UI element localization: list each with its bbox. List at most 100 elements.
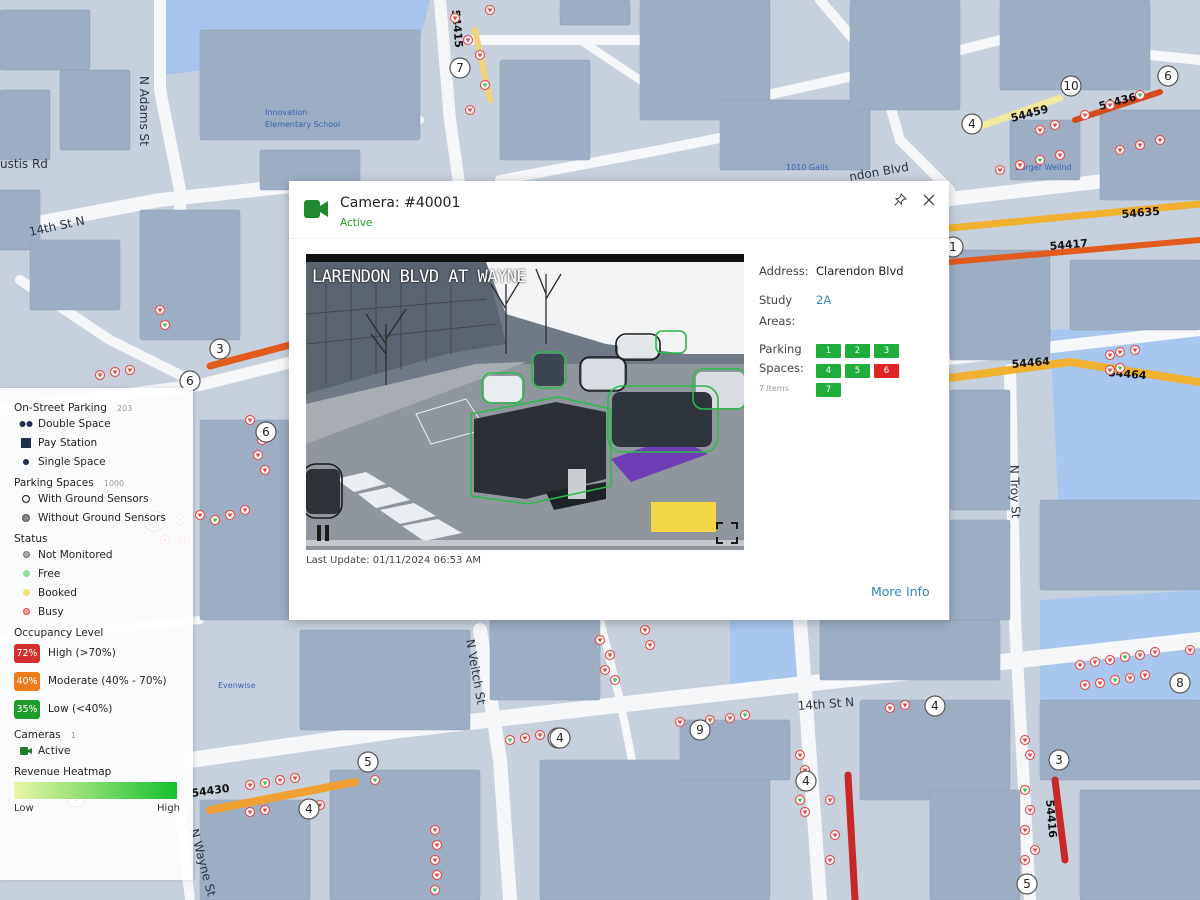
parking-space-chip[interactable]: 1 [816, 344, 841, 358]
legend-occupancy-moderate[interactable]: 40% Moderate (40% - 70%) [14, 667, 183, 695]
parking-space-marker[interactable] [1149, 646, 1161, 658]
parking-space-marker[interactable] [1134, 649, 1146, 661]
parking-space-marker[interactable] [429, 854, 441, 866]
parking-space-marker[interactable] [259, 464, 271, 476]
parking-space-marker[interactable] [431, 839, 443, 851]
parking-space-marker[interactable] [1094, 677, 1106, 689]
parking-space-marker[interactable] [484, 4, 496, 16]
legend-occupancy-low[interactable]: 35% Low (<40%) [14, 695, 183, 723]
pin-button[interactable] [891, 191, 909, 209]
parking-space-marker[interactable] [239, 504, 251, 516]
parking-space-marker[interactable] [519, 732, 531, 744]
parking-space-marker[interactable] [1114, 144, 1126, 156]
cluster-marker[interactable]: 4 [549, 727, 571, 749]
parking-space-marker[interactable] [824, 794, 836, 806]
parking-space-marker[interactable] [794, 794, 806, 806]
legend-item-busy[interactable]: Busy [14, 602, 183, 621]
parking-space-marker[interactable] [794, 749, 806, 761]
parking-space-marker[interactable] [604, 649, 616, 661]
parking-space-marker[interactable] [1109, 674, 1121, 686]
parking-space-marker[interactable] [899, 699, 911, 711]
parking-space-marker[interactable] [594, 634, 606, 646]
parking-space-marker[interactable] [829, 829, 841, 841]
parking-space-marker[interactable] [1114, 346, 1126, 358]
parking-space-marker[interactable] [1034, 154, 1046, 166]
parking-space-chip[interactable]: 6 [874, 363, 899, 378]
legend-occupancy-high[interactable]: 72% High (>70%) [14, 639, 183, 667]
parking-space-marker[interactable] [1019, 734, 1031, 746]
parking-space-marker[interactable] [462, 34, 474, 46]
parking-space-marker[interactable] [464, 104, 476, 116]
legend-item-camera-active[interactable]: Active [14, 741, 183, 760]
parking-space-marker[interactable] [739, 709, 751, 721]
parking-space-marker[interactable] [1104, 349, 1116, 361]
parking-space-marker[interactable] [1074, 659, 1086, 671]
parking-space-marker[interactable] [194, 509, 206, 521]
parking-space-marker[interactable] [1139, 669, 1151, 681]
parking-space-marker[interactable] [431, 869, 443, 881]
parking-space-marker[interactable] [429, 824, 441, 836]
parking-space-marker[interactable] [244, 779, 256, 791]
parking-space-marker[interactable] [1114, 362, 1126, 374]
parking-space-marker[interactable] [1024, 749, 1036, 761]
parking-space-marker[interactable] [1034, 124, 1046, 136]
parking-space-marker[interactable] [159, 319, 171, 331]
parking-space-marker[interactable] [274, 774, 286, 786]
parking-space-chip[interactable]: 7 [816, 383, 841, 398]
parking-space-marker[interactable] [724, 712, 736, 724]
cluster-marker[interactable]: 5 [357, 751, 379, 773]
parking-space-marker[interactable] [609, 674, 621, 686]
parking-space-marker[interactable] [244, 414, 256, 426]
parking-space-marker[interactable] [674, 716, 686, 728]
parking-space-marker[interactable] [1014, 159, 1026, 171]
camera-video-feed[interactable]: LARENDON BLVD AT WAYNE [306, 254, 744, 550]
parking-space-marker[interactable] [1104, 364, 1116, 376]
parking-space-chip[interactable]: 3 [874, 344, 899, 358]
fullscreen-icon[interactable] [716, 522, 738, 544]
parking-space-marker[interactable] [599, 664, 611, 676]
parking-space-chip[interactable]: 4 [816, 363, 841, 378]
parking-space-marker[interactable] [1019, 784, 1031, 796]
cluster-marker[interactable]: 10 [1060, 75, 1082, 97]
parking-space-marker[interactable] [124, 364, 136, 376]
parking-space-marker[interactable] [1129, 344, 1141, 356]
legend-item-with-sensors[interactable]: With Ground Sensors [14, 489, 183, 508]
cluster-marker[interactable]: 4 [795, 770, 817, 792]
parking-space-marker[interactable] [1134, 89, 1146, 101]
parking-space-marker[interactable] [154, 304, 166, 316]
parking-space-marker[interactable] [1124, 672, 1136, 684]
parking-space-marker[interactable] [1029, 844, 1041, 856]
parking-space-marker[interactable] [799, 806, 811, 818]
parking-space-marker[interactable] [369, 774, 381, 786]
parking-space-marker[interactable] [884, 702, 896, 714]
parking-space-marker[interactable] [1104, 654, 1116, 666]
parking-space-marker[interactable] [94, 369, 106, 381]
more-info-link[interactable]: More Info [871, 584, 930, 599]
parking-space-marker[interactable] [449, 12, 461, 24]
parking-space-marker[interactable] [252, 449, 264, 461]
cluster-marker[interactable]: 7 [449, 57, 471, 79]
cluster-marker[interactable]: 4 [298, 798, 320, 820]
cluster-marker[interactable]: 6 [255, 421, 277, 443]
parking-space-marker[interactable] [1019, 854, 1031, 866]
parking-space-marker[interactable] [479, 79, 491, 91]
parking-space-marker[interactable] [1079, 679, 1091, 691]
legend-item-single-space[interactable]: Single Space [14, 452, 183, 471]
parking-space-marker[interactable] [224, 509, 236, 521]
cluster-marker[interactable]: 9 [689, 719, 711, 741]
cluster-marker[interactable]: 4 [924, 695, 946, 717]
parking-space-marker[interactable] [429, 884, 441, 896]
parking-space-marker[interactable] [824, 854, 836, 866]
cluster-marker[interactable]: 5 [1016, 873, 1038, 895]
legend-item-pay-station[interactable]: Pay Station [14, 433, 183, 452]
cluster-marker[interactable]: 3 [1048, 749, 1070, 771]
parking-space-marker[interactable] [1184, 644, 1196, 656]
cluster-marker[interactable]: 8 [1169, 672, 1191, 694]
parking-space-marker[interactable] [1154, 134, 1166, 146]
parking-space-marker[interactable] [1019, 824, 1031, 836]
parking-space-marker[interactable] [1024, 804, 1036, 816]
parking-space-marker[interactable] [259, 804, 271, 816]
parking-space-marker[interactable] [1049, 119, 1061, 131]
parking-space-chip[interactable]: 2 [845, 344, 870, 358]
parking-space-marker[interactable] [644, 639, 656, 651]
